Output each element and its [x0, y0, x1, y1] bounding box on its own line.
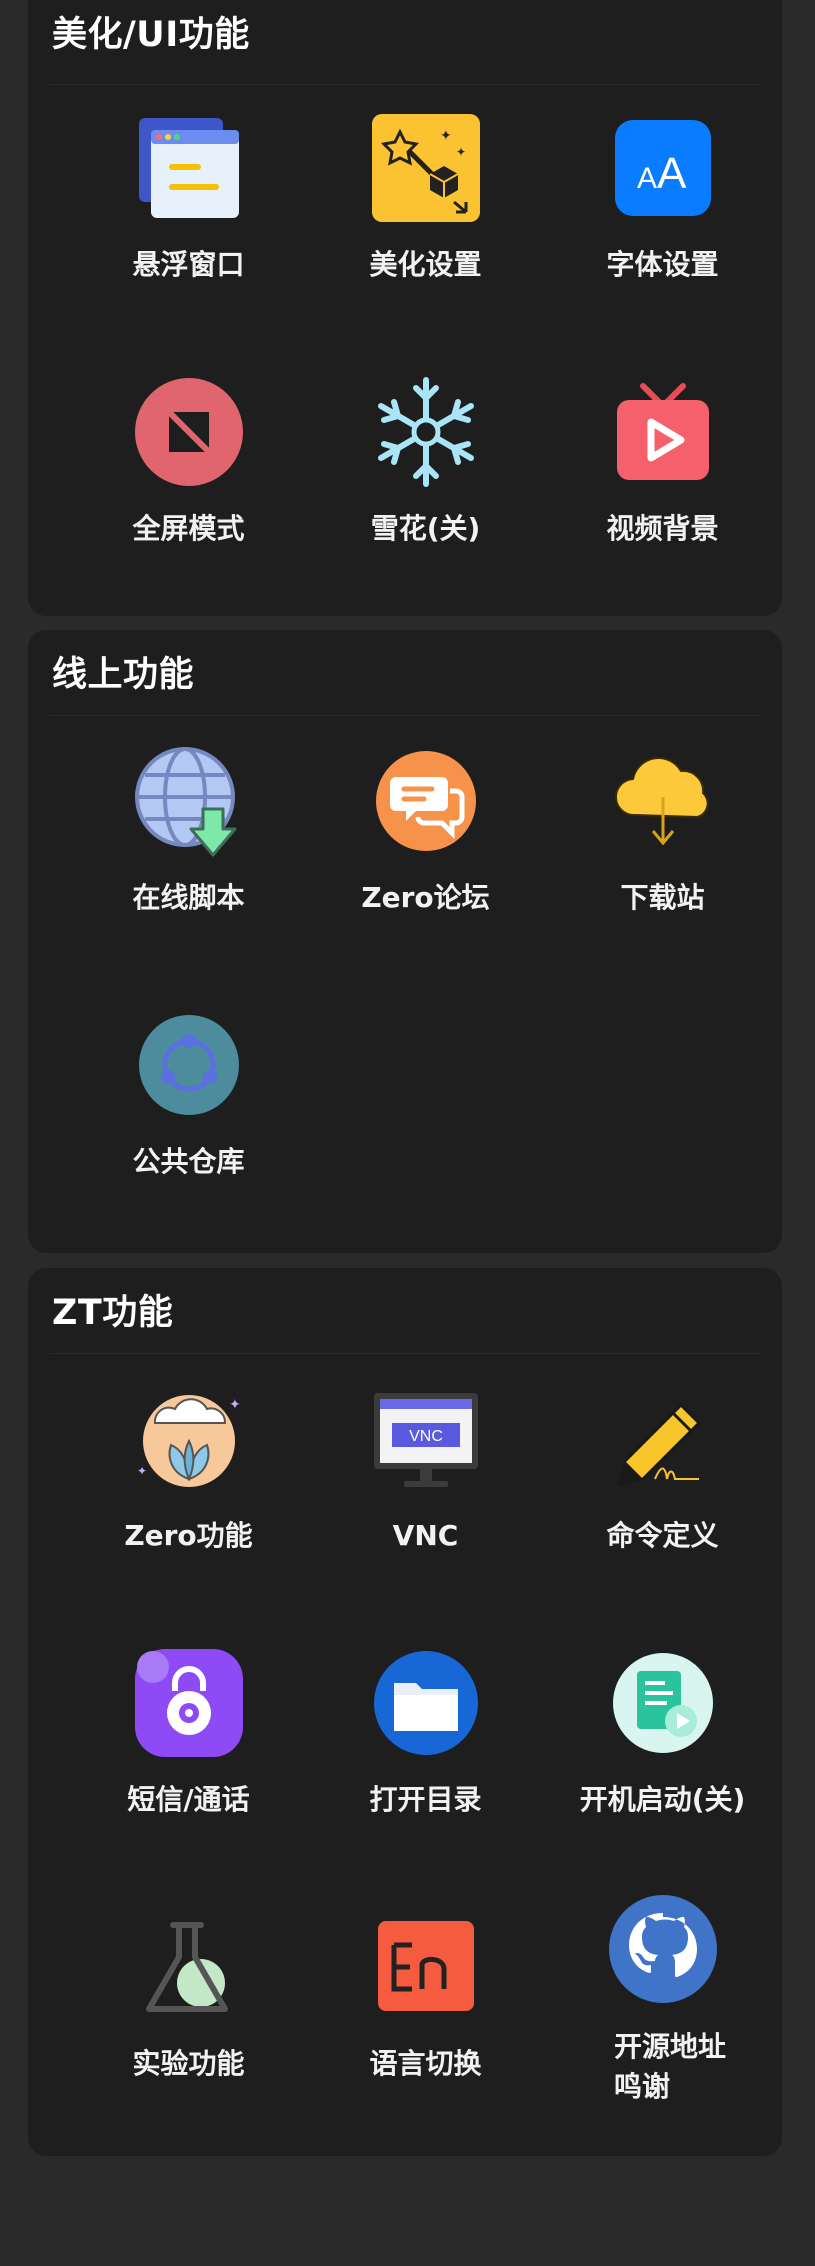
beautify-settings-button[interactable]: ✦ ✦ 美化设置 — [307, 92, 544, 340]
open-directory-button[interactable]: 打开目录 — [307, 1627, 544, 1875]
boot-doc-icon — [607, 1647, 719, 1759]
folder-icon — [370, 1647, 482, 1759]
snowflake-icon — [370, 376, 482, 488]
tile-label: Zero论坛 — [361, 881, 490, 914]
svg-text:VNC: VNC — [409, 1428, 443, 1445]
tile-label: 下载站 — [620, 881, 705, 914]
svg-text:✦: ✦ — [229, 1397, 241, 1413]
cloud-download-icon — [607, 745, 719, 857]
tile-label: 视频背景 — [606, 512, 719, 545]
font-settings-button[interactable]: A A 字体设置 — [544, 92, 781, 340]
command-define-button[interactable]: 命令定义 — [544, 1363, 781, 1611]
vnc-button[interactable]: VNC VNC — [307, 1363, 544, 1611]
experimental-button[interactable]: 实验功能 — [70, 1891, 307, 2139]
tile-label: 短信/通话 — [127, 1783, 250, 1816]
font-icon: A A — [607, 112, 719, 224]
online-script-button[interactable]: 在线脚本 — [70, 725, 307, 973]
tile-label: 开源地址 鸣谢 — [614, 2030, 727, 2103]
section-card-ui: 美化/UI功能 悬浮窗口 ✦ ✦ 美化设置 A A 字体设置 全屏模式 雪花(关… — [28, 0, 782, 616]
tile-label: 实验功能 — [132, 2047, 245, 2080]
globe-download-icon — [133, 745, 245, 857]
tile-label: 公共仓库 — [132, 1145, 245, 1178]
github-icon — [607, 1893, 719, 2005]
tile-label: 开机启动(关) — [579, 1783, 746, 1816]
pencil-icon — [607, 1383, 719, 1495]
boot-start-button[interactable]: 开机启动(关) — [544, 1627, 781, 1875]
lock-app-icon — [133, 1647, 245, 1759]
zero-forum-button[interactable]: Zero论坛 — [307, 725, 544, 973]
language-switch-button[interactable]: 语言切换 — [307, 1891, 544, 2139]
tile-label: 悬浮窗口 — [132, 248, 245, 281]
tile-label: Zero功能 — [124, 1519, 253, 1552]
vnc-monitor-icon: VNC — [370, 1383, 482, 1495]
section-card-online: 线上功能 在线脚本 Zero论坛 下载站 公共仓库 — [28, 630, 782, 1253]
svg-text:✦: ✦ — [137, 1464, 147, 1478]
svg-text:A: A — [637, 162, 657, 195]
section-title: ZT功能 — [52, 1293, 174, 1333]
video-tv-icon — [607, 376, 719, 488]
magic-wand-icon: ✦ ✦ — [370, 112, 482, 224]
floating-window-icon — [133, 112, 245, 224]
section-title: 线上功能 — [52, 655, 195, 695]
tile-label: 语言切换 — [369, 2047, 482, 2080]
fullscreen-mode-button[interactable]: 全屏模式 — [70, 356, 307, 604]
section-divider — [50, 84, 760, 85]
language-en-icon — [370, 1911, 482, 2023]
tile-label: 命令定义 — [606, 1519, 719, 1552]
tile-label: 字体设置 — [606, 248, 719, 281]
section-title: 美化/UI功能 — [52, 15, 250, 55]
download-site-button[interactable]: 下载站 — [544, 725, 781, 973]
share-circle-icon — [133, 1009, 245, 1121]
fullscreen-icon — [133, 376, 245, 488]
tile-label: 在线脚本 — [132, 881, 245, 914]
floating-window-button[interactable]: 悬浮窗口 — [70, 92, 307, 340]
chat-bubble-icon — [370, 745, 482, 857]
zero-features-button[interactable]: ✦ ✦ Zero功能 — [70, 1363, 307, 1611]
svg-text:✦: ✦ — [440, 128, 452, 144]
section-divider — [50, 1353, 760, 1354]
tile-label: 打开目录 — [369, 1783, 482, 1816]
svg-text:✦: ✦ — [456, 145, 466, 159]
snowflake-button[interactable]: 雪花(关) — [307, 356, 544, 604]
tile-label: VNC — [392, 1519, 459, 1552]
tile-label: 雪花(关) — [370, 512, 481, 545]
tile-label: 美化设置 — [369, 248, 482, 281]
flask-icon — [133, 1911, 245, 2023]
svg-text:A: A — [657, 149, 687, 198]
cloud-plant-icon: ✦ ✦ — [133, 1383, 245, 1495]
section-card-zt: ZT功能 ✦ ✦ Zero功能 VNC VNC 命令定义 短信/通话 打开目录 … — [28, 1268, 782, 2156]
video-background-button[interactable]: 视频背景 — [544, 356, 781, 604]
open-source-credits-button[interactable]: 开源地址 鸣谢 — [544, 1891, 781, 2139]
section-divider — [50, 715, 760, 716]
public-repo-button[interactable]: 公共仓库 — [70, 989, 307, 1237]
sms-call-button[interactable]: 短信/通话 — [70, 1627, 307, 1875]
tile-label: 全屏模式 — [132, 512, 245, 545]
